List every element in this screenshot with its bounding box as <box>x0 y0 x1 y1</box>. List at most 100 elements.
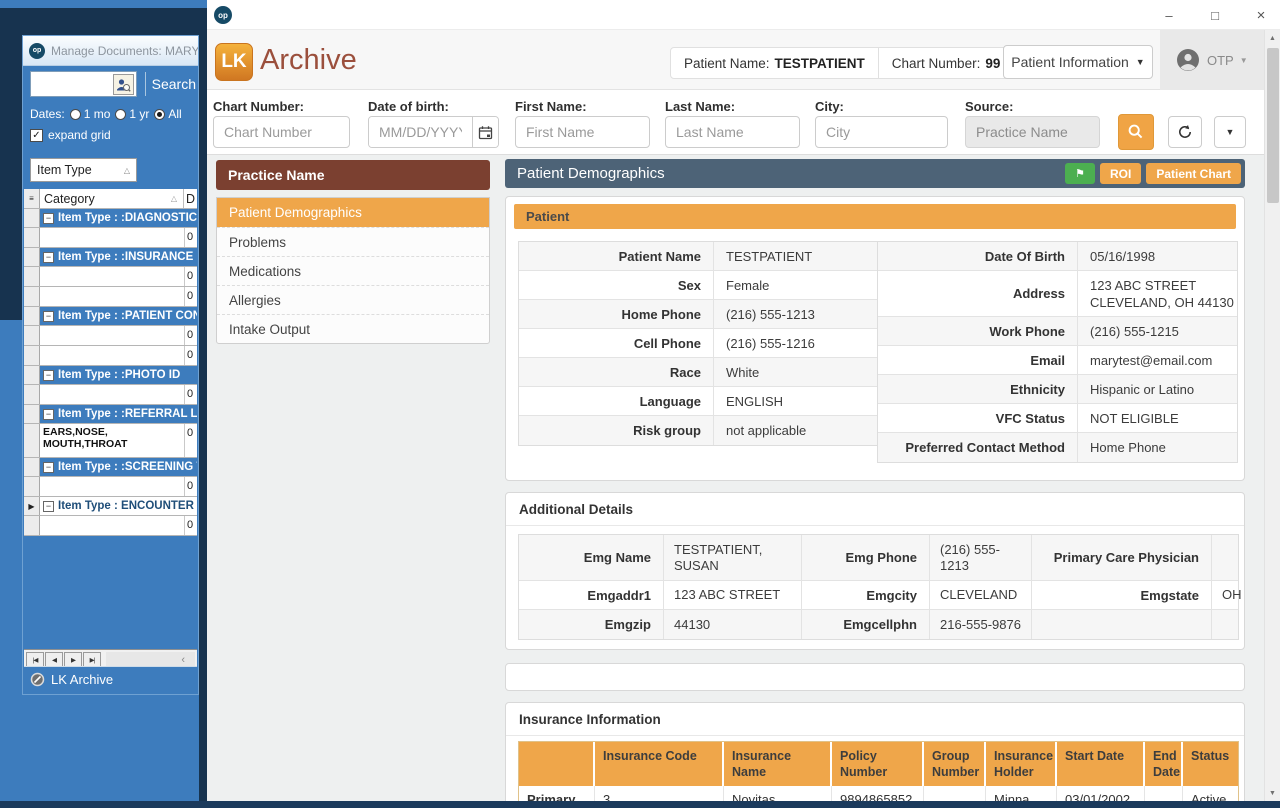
sidebar-item-problems[interactable]: Problems <box>217 227 489 256</box>
close-button[interactable]: × <box>1246 4 1276 26</box>
date-radio-1yr[interactable]: 1 yr <box>115 107 149 121</box>
count-cell: 0 <box>184 346 197 365</box>
group-row[interactable]: − Item Type : :DIAGNOSTIC T <box>24 209 197 228</box>
calendar-icon[interactable] <box>472 117 498 147</box>
expand-grid-label: expand grid <box>48 128 111 142</box>
field-label: Language <box>519 387 714 415</box>
group-row[interactable]: − Item Type : :INSURANCE <box>24 248 197 267</box>
group-row[interactable]: − Item Type : :PHOTO ID <box>24 366 197 385</box>
first-name-input[interactable] <box>515 116 650 148</box>
vertical-scrollbar[interactable]: ▲ ▼ <box>1264 30 1280 801</box>
document-row[interactable]: 0 <box>24 287 197 307</box>
field-label: Emgstate <box>1032 581 1212 609</box>
group-by-chip[interactable]: Item Type △ <box>30 158 137 182</box>
dob-input[interactable] <box>369 117 472 147</box>
last-name-input[interactable] <box>665 116 800 148</box>
document-search-input[interactable] <box>30 71 137 97</box>
count-cell: 0 <box>184 477 197 496</box>
document-row[interactable]: EARS,NOSE, MOUTH,THROAT 0 <box>24 424 197 458</box>
document-row[interactable]: 0 <box>24 326 197 346</box>
collapse-icon[interactable]: − <box>43 212 54 224</box>
document-row[interactable]: 0 <box>24 267 197 287</box>
row-indicator <box>24 385 40 404</box>
collapse-icon[interactable]: − <box>43 461 54 473</box>
manage-documents-window: op Manage Documents: MARY Search Dates: 1… <box>22 35 199 695</box>
content-title: Patient Demographics <box>517 165 665 182</box>
more-options-button[interactable]: ▼ <box>1214 116 1246 148</box>
scroll-left-icon[interactable]: ‹ <box>181 654 185 666</box>
field-label: Emgaddr1 <box>519 581 664 609</box>
source-input[interactable] <box>965 116 1100 148</box>
flag-button[interactable]: ⚑ <box>1064 163 1095 184</box>
expand-grid-checkbox[interactable]: ✓ <box>30 128 43 142</box>
scroll-up-icon[interactable]: ▲ <box>1265 30 1280 46</box>
field-label: Emgcity <box>802 581 930 609</box>
maximize-button[interactable]: □ <box>1200 4 1230 26</box>
sidebar-item-allergies[interactable]: Allergies <box>217 285 489 314</box>
category-cell <box>40 385 184 404</box>
chart-number-filter-label: Chart Number: <box>213 99 305 114</box>
collapse-icon[interactable]: − <box>43 369 54 381</box>
field-row: Patient Name TESTPATIENT <box>519 242 878 271</box>
field-label: Date Of Birth <box>878 242 1078 270</box>
group-row[interactable]: ▶ − Item Type : ENCOUNTER G <box>24 497 197 516</box>
collapse-icon[interactable]: − <box>43 310 54 322</box>
main-titlebar[interactable]: op – □ × <box>207 0 1280 30</box>
field-value: CLEVELAND <box>930 581 1032 609</box>
minimize-button[interactable]: – <box>1154 4 1184 26</box>
chart-number-input[interactable] <box>213 116 350 148</box>
document-row[interactable]: 0 <box>24 385 197 405</box>
field-label: Work Phone <box>878 317 1078 345</box>
roi-button[interactable]: ROI <box>1099 163 1142 184</box>
status-bar: LK Archive <box>24 666 197 692</box>
field-label: Preferred Contact Method <box>878 433 1078 462</box>
document-row[interactable]: 0 <box>24 346 197 366</box>
sidebar-item-medications[interactable]: Medications <box>217 256 489 285</box>
category-cell: EARS,NOSE, MOUTH,THROAT <box>43 426 128 450</box>
patient-chart-button[interactable]: Patient Chart <box>1146 163 1241 184</box>
insurance-column-header: Start Date <box>1057 742 1145 786</box>
row-indicator <box>24 346 40 365</box>
additional-details-section: Additional Details Emg Name TESTPATIENT, … <box>505 492 1245 650</box>
patient-information-button[interactable]: Patient Information ▼ <box>1003 45 1153 79</box>
refresh-button[interactable] <box>1168 116 1202 148</box>
collapse-icon[interactable]: − <box>43 408 54 420</box>
manage-documents-titlebar[interactable]: op Manage Documents: MARY <box>23 36 198 66</box>
dates-label: Dates: <box>30 107 65 121</box>
search-button[interactable] <box>1118 114 1154 150</box>
city-filter-label: City: <box>815 99 844 114</box>
group-row[interactable]: − Item Type : :SCREENING TI <box>24 458 197 477</box>
lk-archive-window: op – □ × LK Archive Patient Name: TESTPA… <box>207 0 1280 808</box>
patient-search-icon[interactable] <box>112 74 134 95</box>
scrollbar-thumb[interactable] <box>1267 48 1279 203</box>
field-value: Home Phone <box>1090 440 1166 455</box>
category-cell <box>40 267 184 286</box>
sidebar-item-intake-output[interactable]: Intake Output <box>217 314 489 343</box>
date-radio-1mo[interactable]: 1 mo <box>69 107 111 121</box>
category-column-header[interactable]: Category △ <box>40 189 184 208</box>
field-value: (216) 555-1215 <box>1090 323 1179 339</box>
radio-label: 1 mo <box>83 107 111 121</box>
scroll-down-icon[interactable]: ▼ <box>1265 785 1280 801</box>
document-row[interactable]: 0 <box>24 477 197 497</box>
search-button[interactable]: Search <box>152 76 196 92</box>
category-cell <box>40 477 184 496</box>
group-row[interactable]: − Item Type : :REFERRAL LET <box>24 405 197 424</box>
op-app-icon: op <box>29 42 45 59</box>
user-menu[interactable]: OTP ▼ <box>1160 30 1264 90</box>
field-value: TESTPATIENT <box>726 248 813 264</box>
document-row[interactable]: 0 <box>24 516 197 536</box>
document-row[interactable]: 0 <box>24 228 197 248</box>
date-radio-All[interactable]: All <box>154 107 182 121</box>
dob-filter-label: Date of birth: <box>368 99 449 114</box>
collapse-icon[interactable]: − <box>43 251 54 263</box>
next-column-header: D <box>186 191 196 206</box>
collapse-icon[interactable]: − <box>43 500 54 512</box>
sort-ascending-icon: △ <box>123 165 130 175</box>
group-row[interactable]: − Item Type : :PATIENT CON <box>24 307 197 326</box>
count-cell: 0 <box>184 326 197 345</box>
group-label: Item Type : :PATIENT CON <box>58 310 197 322</box>
sidebar-item-patient-demographics[interactable]: Patient Demographics <box>217 198 489 227</box>
caret-down-icon: ▼ <box>1225 127 1235 137</box>
city-input[interactable] <box>815 116 948 148</box>
